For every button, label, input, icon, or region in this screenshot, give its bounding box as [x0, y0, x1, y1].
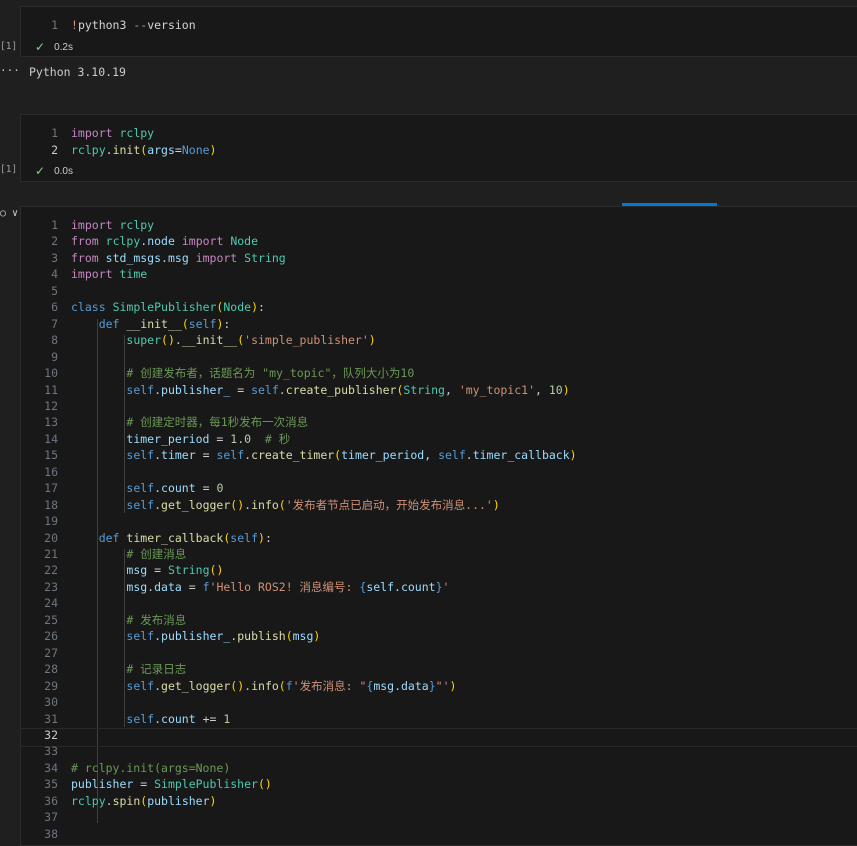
- line-number: 28: [44, 662, 58, 677]
- line-number: 9: [51, 349, 58, 364]
- code-line[interactable]: self.publisher_.publish(msg): [71, 628, 320, 645]
- line-number: 1: [51, 218, 58, 232]
- line-number: 2: [51, 143, 58, 157]
- line-number: 20: [44, 530, 58, 545]
- line-number: 31: [44, 711, 58, 726]
- code-line[interactable]: rclpy.spin(publisher): [71, 793, 216, 810]
- line-number: 26: [44, 629, 58, 644]
- code-line[interactable]: def __init__(self):: [71, 316, 231, 333]
- code-line[interactable]: super().__init__('simple_publisher'): [71, 332, 375, 349]
- code-line[interactable]: self.count += 1: [71, 711, 230, 728]
- line-number: 34: [44, 760, 58, 775]
- code-line[interactable]: self.count = 0: [71, 480, 223, 497]
- line-number: 17: [44, 481, 58, 496]
- code-line[interactable]: self.get_logger().info('发布者节点已启动，开始发布消息.…: [71, 497, 499, 514]
- exec-time: 0.2s: [54, 41, 73, 53]
- line-number: 27: [44, 645, 58, 660]
- exec-time: 0.0s: [54, 165, 73, 177]
- check-icon: ✓: [35, 164, 46, 178]
- line-number: 32: [44, 727, 58, 742]
- code-line[interactable]: self.publisher_ = self.create_publisher(…: [71, 382, 569, 399]
- code-line[interactable]: import time: [71, 266, 147, 283]
- code-line[interactable]: def timer_callback(self):: [71, 530, 272, 547]
- output-menu-icon[interactable]: ···: [0, 64, 20, 77]
- current-line-highlight: [21, 728, 857, 747]
- line-number: 36: [44, 793, 58, 808]
- line-number: 14: [44, 431, 58, 446]
- line-number: 11: [44, 382, 58, 397]
- code-line[interactable]: from std_msgs.msg import String: [71, 250, 286, 267]
- line-number: 15: [44, 448, 58, 463]
- code-line[interactable]: # rclpy.init(args=None): [71, 760, 230, 777]
- line-number: 23: [44, 579, 58, 594]
- code-line[interactable]: # 发布消息: [71, 612, 186, 629]
- line-number: 8: [51, 333, 58, 348]
- cell-output: Python 3.10.19: [29, 65, 126, 79]
- code-line[interactable]: self.timer = self.create_timer(timer_per…: [71, 447, 576, 464]
- code-line[interactable]: # 记录日志: [71, 661, 186, 678]
- execution-count: [1]: [0, 164, 18, 175]
- code-line[interactable]: import rclpy: [71, 125, 154, 142]
- line-number: 3: [51, 250, 58, 265]
- code-cell-3[interactable]: 1 import rclpy 2 from rclpy.node import Nod…: [20, 206, 857, 846]
- line-number: 38: [44, 826, 58, 841]
- line-number: 22: [44, 563, 58, 578]
- code-cell-1[interactable]: 1 !python3 --version ✓ 0.2s: [20, 6, 857, 57]
- code-line[interactable]: # 创建发布者，话题名为 "my_topic"，队列大小为10: [71, 365, 414, 382]
- line-number: 24: [44, 596, 58, 611]
- line-number: 2: [51, 234, 58, 249]
- line-number: 30: [44, 695, 58, 710]
- line-number: 6: [51, 300, 58, 315]
- code-line[interactable]: msg = String(): [71, 562, 223, 579]
- code-line[interactable]: timer_period = 1.0 # 秒: [71, 431, 290, 448]
- code-line[interactable]: msg.data = f'Hello ROS2! 消息编号: {self.cou…: [71, 579, 449, 596]
- cell-status: ✓ 0.0s: [35, 163, 73, 179]
- line-number: 7: [51, 316, 58, 331]
- line-number: 13: [44, 415, 58, 430]
- code-line[interactable]: from rclpy.node import Node: [71, 233, 258, 250]
- line-number: 33: [44, 744, 58, 759]
- code-line[interactable]: publisher = SimplePublisher(): [71, 776, 272, 793]
- line-number: 37: [44, 810, 58, 825]
- code-line[interactable]: # 创建定时器，每1秒发布一次消息: [71, 414, 308, 431]
- check-icon: ✓: [35, 40, 46, 54]
- line-number: 16: [44, 464, 58, 479]
- line-number: 4: [51, 267, 58, 282]
- code-line[interactable]: # 创建消息: [71, 546, 186, 563]
- code-line[interactable]: rclpy.init(args=None): [71, 142, 216, 159]
- line-number: 1: [51, 18, 58, 32]
- line-number: 18: [44, 497, 58, 512]
- line-number: 35: [44, 777, 58, 792]
- code-line[interactable]: self.get_logger().info(f'发布消息: "{msg.dat…: [71, 678, 456, 695]
- line-number: 10: [44, 366, 58, 381]
- line-number: 1: [51, 126, 58, 140]
- code-line[interactable]: class SimplePublisher(Node):: [71, 299, 265, 316]
- cell-status: ✓ 0.2s: [35, 39, 73, 55]
- cell-run-toggle-icon[interactable]: ○ ∨: [0, 208, 18, 219]
- line-number: 12: [44, 398, 58, 413]
- line-number: 19: [44, 514, 58, 529]
- line-number: 5: [51, 283, 58, 298]
- execution-count: [1]: [0, 41, 18, 52]
- code-line[interactable]: import rclpy: [71, 217, 154, 234]
- shell-bang: !: [71, 18, 78, 32]
- line-number: 21: [44, 547, 58, 561]
- line-number: 29: [44, 678, 58, 693]
- code-line[interactable]: !python3 --version: [71, 17, 196, 34]
- line-number: 25: [44, 612, 58, 627]
- code-cell-2[interactable]: 1 import rclpy 2 rclpy.init(args=None) ✓…: [20, 114, 857, 182]
